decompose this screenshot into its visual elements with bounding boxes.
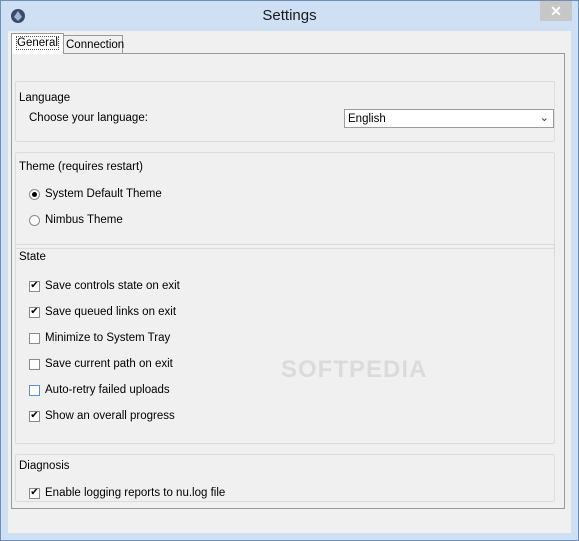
theme-option-label: Nimbus Theme bbox=[45, 214, 123, 226]
state-auto-retry[interactable]: Auto-retry failed uploads bbox=[29, 382, 170, 398]
title-bar[interactable]: Settings ✕ bbox=[1, 1, 578, 31]
language-group-title: Language bbox=[19, 92, 71, 104]
state-save-path[interactable]: Save current path on exit bbox=[29, 356, 173, 372]
theme-option-system-default[interactable]: System Default Theme bbox=[29, 186, 162, 202]
diagnosis-group: Diagnosis ✔ Enable logging reports to nu… bbox=[15, 454, 555, 502]
state-group: State ✔ Save controls state on exit ✔ Sa… bbox=[15, 244, 555, 444]
state-option-label: Show an overall progress bbox=[45, 410, 175, 422]
theme-group: Theme (requires restart) System Default … bbox=[15, 152, 555, 249]
theme-option-nimbus[interactable]: Nimbus Theme bbox=[29, 212, 123, 228]
checkbox-checked-icon: ✔ bbox=[29, 306, 40, 318]
checkbox-checked-icon: ✔ bbox=[29, 410, 40, 422]
state-minimize-tray[interactable]: Minimize to System Tray bbox=[29, 330, 170, 346]
language-prompt: Choose your language: bbox=[29, 112, 148, 124]
diagnosis-enable-logging[interactable]: ✔ Enable logging reports to nu.log file bbox=[29, 485, 225, 501]
checkbox-unchecked-icon bbox=[29, 358, 40, 370]
checkbox-checked-icon: ✔ bbox=[29, 280, 40, 292]
close-button[interactable]: ✕ bbox=[540, 1, 572, 21]
close-icon: ✕ bbox=[550, 2, 562, 19]
state-option-label: Minimize to System Tray bbox=[45, 332, 171, 344]
state-option-label: Save controls state on exit bbox=[45, 280, 180, 292]
checkbox-unchecked-icon bbox=[29, 384, 40, 396]
tab-connection-label: Connection bbox=[66, 39, 125, 51]
state-overall-progress[interactable]: ✔ Show an overall progress bbox=[29, 408, 175, 424]
chevron-down-icon: ⌄ bbox=[539, 112, 549, 124]
radio-selected-icon bbox=[29, 188, 40, 200]
language-group: Language Choose your language: English ⌄ bbox=[15, 81, 555, 142]
state-option-label: Save current path on exit bbox=[45, 358, 173, 370]
state-save-queued[interactable]: ✔ Save queued links on exit bbox=[29, 304, 176, 320]
settings-window: Settings ✕ General Connection Language C… bbox=[0, 0, 579, 541]
language-select-value: English bbox=[348, 112, 386, 125]
general-tab-panel: Language Choose your language: English ⌄… bbox=[11, 53, 565, 509]
diagnosis-group-title: Diagnosis bbox=[19, 460, 70, 472]
language-select[interactable]: English ⌄ bbox=[344, 109, 554, 128]
state-group-title: State bbox=[19, 251, 46, 263]
tab-connection[interactable]: Connection bbox=[60, 35, 125, 53]
state-option-label: Save queued links on exit bbox=[45, 306, 177, 318]
state-save-controls[interactable]: ✔ Save controls state on exit bbox=[29, 278, 180, 294]
checkbox-checked-icon: ✔ bbox=[29, 487, 40, 499]
tab-general[interactable]: General bbox=[11, 33, 64, 54]
radio-unselected-icon bbox=[29, 214, 40, 226]
tab-general-label: General bbox=[16, 36, 59, 50]
theme-option-label: System Default Theme bbox=[45, 188, 162, 200]
window-title: Settings bbox=[262, 7, 317, 24]
diagnosis-option-label: Enable logging reports to nu.log file bbox=[45, 487, 226, 499]
client-area: General Connection Language Choose your … bbox=[8, 31, 571, 533]
theme-group-title: Theme (requires restart) bbox=[19, 161, 143, 173]
checkbox-unchecked-icon bbox=[29, 332, 40, 344]
state-option-label: Auto-retry failed uploads bbox=[45, 384, 170, 396]
